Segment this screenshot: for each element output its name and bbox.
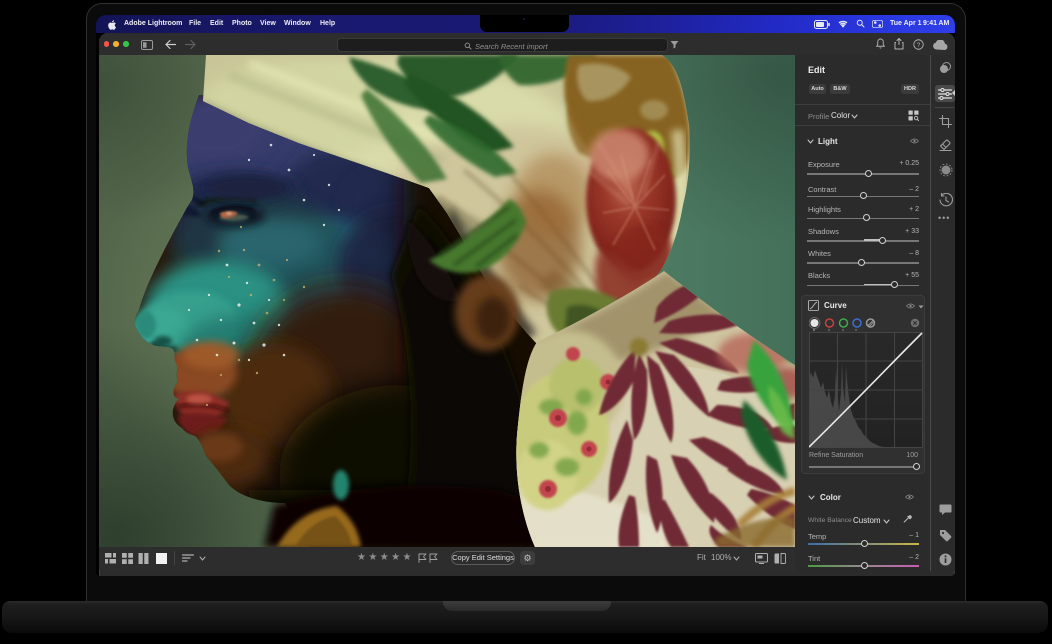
- svg-text:?: ?: [917, 41, 921, 48]
